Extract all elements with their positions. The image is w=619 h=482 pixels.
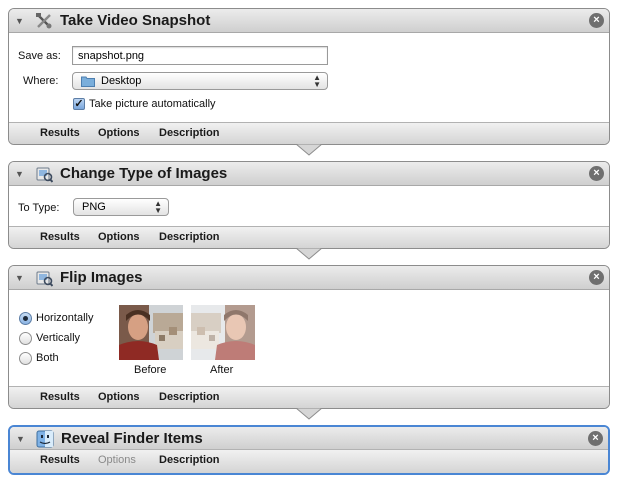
results-tab[interactable]: Results xyxy=(40,454,80,466)
action-footer: Results Options Description xyxy=(9,122,609,144)
where-popup[interactable]: Desktop ▲ ▼ xyxy=(72,72,328,90)
action-title: Change Type of Images xyxy=(60,165,228,182)
take-picture-label: Take picture automatically xyxy=(89,98,216,110)
radio-both-label: Both xyxy=(36,352,59,364)
after-thumbnail xyxy=(191,305,255,360)
to-type-popup[interactable]: PNG ▲ ▼ xyxy=(73,198,169,216)
video-snapshot-icon xyxy=(36,13,52,29)
results-tab[interactable]: Results xyxy=(40,231,80,243)
disclosure-triangle-icon[interactable]: ▼ xyxy=(15,169,24,179)
flow-connector-icon xyxy=(296,408,322,420)
before-label: Before xyxy=(134,364,167,376)
description-tab[interactable]: Description xyxy=(159,231,220,243)
radio-horizontally-label: Horizontally xyxy=(36,312,94,324)
radio-vertically-label: Vertically xyxy=(36,332,81,344)
disclosure-triangle-icon[interactable]: ▼ xyxy=(15,273,24,283)
to-type-value: PNG xyxy=(82,201,106,213)
close-icon[interactable]: × xyxy=(589,270,604,285)
action-reveal-finder-items[interactable]: ▼ Reveal Finder Items × Results Options … xyxy=(8,425,610,475)
close-icon[interactable]: × xyxy=(588,431,603,446)
disclosure-triangle-icon[interactable]: ▼ xyxy=(16,434,25,444)
options-tab[interactable]: Options xyxy=(98,231,140,243)
after-label: After xyxy=(210,364,234,376)
popup-arrows-icon: ▲ ▼ xyxy=(313,73,321,89)
radio-vertically[interactable] xyxy=(19,332,32,345)
options-tab[interactable]: Options xyxy=(98,391,140,403)
action-footer: Results Options Description xyxy=(9,226,609,248)
folder-icon xyxy=(81,76,95,87)
action-take-video-snapshot[interactable]: ▼ Take Video Snapshot × Save as: Where: … xyxy=(8,8,610,145)
action-title: Flip Images xyxy=(60,269,143,286)
flow-connector-icon xyxy=(296,144,322,156)
action-title: Take Video Snapshot xyxy=(60,12,211,29)
description-tab[interactable]: Description xyxy=(159,391,220,403)
results-tab[interactable]: Results xyxy=(40,391,80,403)
action-header[interactable]: ▼ Flip Images × xyxy=(9,266,609,290)
description-tab[interactable]: Description xyxy=(159,127,220,139)
radio-horizontally[interactable] xyxy=(19,312,32,325)
before-thumbnail xyxy=(119,305,183,360)
action-change-type-of-images[interactable]: ▼ Change Type of Images × To Type: PNG ▲… xyxy=(8,161,610,249)
options-tab[interactable]: Options xyxy=(98,127,140,139)
where-label: Where: xyxy=(23,75,59,87)
to-type-label: To Type: xyxy=(18,202,60,214)
radio-both[interactable] xyxy=(19,352,32,365)
action-header[interactable]: ▼ Take Video Snapshot × xyxy=(9,9,609,33)
save-as-field[interactable] xyxy=(72,46,328,65)
close-icon[interactable]: × xyxy=(589,13,604,28)
action-header[interactable]: ▼ Reveal Finder Items × xyxy=(10,427,608,450)
description-tab[interactable]: Description xyxy=(159,454,220,466)
disclosure-triangle-icon[interactable]: ▼ xyxy=(15,16,24,26)
preview-images-icon xyxy=(36,271,53,287)
take-picture-checkbox[interactable]: ✓ xyxy=(73,98,85,110)
flow-connector-icon xyxy=(296,248,322,260)
action-title: Reveal Finder Items xyxy=(61,430,203,447)
where-value: Desktop xyxy=(101,75,142,87)
options-tab: Options xyxy=(98,454,136,466)
action-header[interactable]: ▼ Change Type of Images × xyxy=(9,162,609,186)
preview-images-icon xyxy=(36,167,53,183)
finder-icon xyxy=(36,430,54,448)
results-tab[interactable]: Results xyxy=(40,127,80,139)
action-footer: Results Options Description xyxy=(9,386,609,408)
action-footer: Results Options Description xyxy=(10,449,608,473)
close-icon[interactable]: × xyxy=(589,166,604,181)
action-flip-images[interactable]: ▼ Flip Images × Horizontally Vertically … xyxy=(8,265,610,409)
popup-arrows-icon: ▲ ▼ xyxy=(154,199,162,215)
save-as-label: Save as: xyxy=(18,50,61,62)
